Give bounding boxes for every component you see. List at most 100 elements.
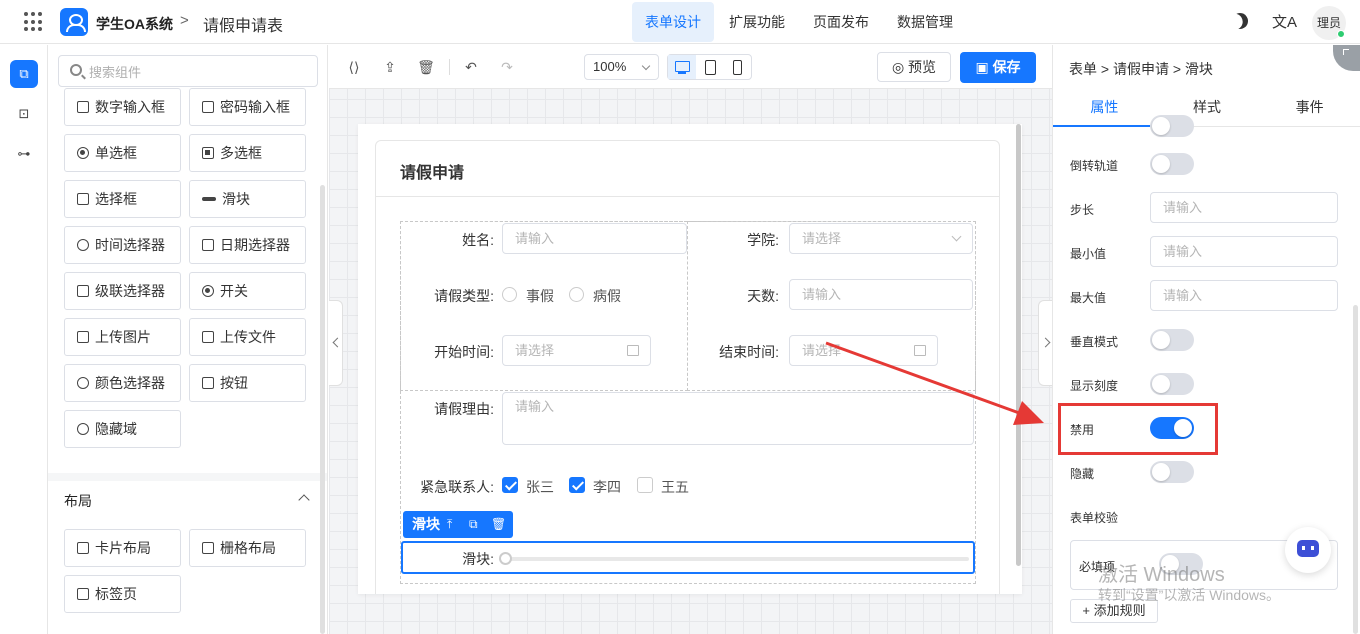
trash-icon[interactable]: 🗑 — [417, 58, 435, 76]
assistant-bot-icon[interactable] — [1285, 527, 1331, 573]
comp-label: 多选框 — [220, 145, 262, 161]
vertical-switch[interactable] — [1150, 329, 1194, 351]
preview-button[interactable]: ◎ 预览 — [877, 52, 951, 82]
contact-checkbox-wangwu[interactable] — [637, 477, 653, 493]
college-select[interactable]: 请选择 — [789, 223, 973, 254]
mobile-icon[interactable] — [723, 55, 751, 79]
partial-switch[interactable] — [1150, 115, 1194, 137]
slider-label: 滑块: — [462, 551, 494, 567]
comp-slider[interactable]: 滑块 — [189, 180, 306, 218]
comp-label: 单选框 — [95, 145, 137, 161]
comp-hidden-field[interactable]: 隐藏域 — [64, 410, 181, 448]
columns-icon — [202, 542, 214, 554]
form-card[interactable]: 请假申请 姓名: 请输入 学院: 请选择 请假类型: 事假 病假 天数: 请输入… — [375, 140, 1000, 594]
online-status-icon — [1337, 30, 1345, 38]
components-rail-icon[interactable]: ⧉ — [10, 60, 38, 88]
nav-form-design[interactable]: 表单设计 — [632, 2, 714, 42]
max-label: 最大值 — [1070, 291, 1107, 305]
contact-checkbox-lisi[interactable] — [569, 477, 585, 493]
collapse-left-button[interactable] — [329, 300, 343, 386]
min-input[interactable]: 请输入 — [1150, 236, 1338, 267]
reason-textarea[interactable]: 请输入 — [502, 392, 974, 445]
reverse-track-switch[interactable] — [1150, 153, 1194, 175]
delete-icon[interactable]: 🗑 — [491, 511, 506, 538]
comp-number-input[interactable]: 数字输入框 — [64, 88, 181, 126]
slider-track[interactable] — [503, 557, 969, 561]
comp-password-input[interactable]: 密码输入框 — [189, 88, 306, 126]
comp-upload-file[interactable]: 上传文件 — [189, 318, 306, 356]
tablet-icon[interactable] — [696, 55, 724, 79]
min-label: 最小值 — [1070, 247, 1107, 261]
expand-corner-icon[interactable] — [1333, 45, 1360, 71]
nav-data-management[interactable]: 数据管理 — [884, 2, 966, 42]
checkbox-label: 王五 — [661, 479, 689, 495]
comp-grid-layout[interactable]: 栅格布局 — [189, 529, 306, 567]
code-rail-icon[interactable]: ⊡ — [10, 100, 38, 128]
copy-icon[interactable]: ⧉ — [469, 511, 478, 538]
comp-checkbox[interactable]: 多选框 — [189, 134, 306, 172]
nav-extensions[interactable]: 扩展功能 — [716, 2, 798, 42]
clock-icon — [77, 239, 89, 251]
days-input[interactable]: 请输入 — [789, 279, 973, 310]
show-ticks-switch[interactable] — [1150, 373, 1194, 395]
import-icon[interactable]: ⇪ — [381, 58, 399, 76]
chevron-left-icon — [332, 337, 343, 348]
comp-date-picker[interactable]: 日期选择器 — [189, 226, 306, 264]
left-rail: ⧉ ⊡ ⊶ — [0, 45, 48, 634]
property-scrollbar[interactable] — [1353, 305, 1358, 634]
save-button[interactable]: ▣ 保存 — [960, 52, 1036, 83]
collapse-right-button[interactable] — [1038, 300, 1052, 386]
chevron-up-icon[interactable] — [298, 494, 310, 506]
max-input[interactable]: 请输入 — [1150, 280, 1338, 311]
app-grid-icon[interactable] — [24, 12, 44, 32]
avatar[interactable]: 理员 — [1312, 6, 1346, 40]
hidden-switch[interactable] — [1150, 461, 1194, 483]
form-scrollbar[interactable] — [1016, 124, 1021, 566]
component-search[interactable] — [58, 55, 318, 87]
comp-tabs[interactable]: 标签页 — [64, 575, 181, 613]
component-scrollbar[interactable] — [320, 185, 325, 634]
disabled-switch[interactable] — [1150, 417, 1194, 439]
slider-handle[interactable] — [499, 552, 512, 565]
radio-personal-leave[interactable] — [502, 287, 517, 302]
comp-radio[interactable]: 单选框 — [64, 134, 181, 172]
comp-label: 上传文件 — [220, 329, 276, 345]
contact-checkbox-zhangsan[interactable] — [502, 477, 518, 493]
undo-icon[interactable]: ↶ — [462, 58, 480, 76]
move-top-icon[interactable]: ⤒ — [447, 511, 452, 538]
radio-sick-leave[interactable] — [569, 287, 584, 302]
search-input[interactable] — [89, 62, 309, 82]
code-icon[interactable]: ⟨⟩ — [345, 58, 363, 76]
outline-rail-icon[interactable]: ⊶ — [10, 140, 38, 168]
comp-label: 按钮 — [220, 375, 248, 391]
comp-cascader[interactable]: 级联选择器 — [64, 272, 181, 310]
end-time-label: 结束时间: — [719, 344, 779, 360]
step-input[interactable]: 请输入 — [1150, 192, 1338, 223]
contact-label: 紧急联系人: — [420, 479, 494, 495]
card-icon — [77, 542, 89, 554]
slider-field[interactable]: 滑块: — [401, 541, 975, 574]
dark-mode-icon[interactable] — [1229, 10, 1251, 32]
translate-icon[interactable]: 文A — [1272, 11, 1297, 32]
app-logo-icon — [60, 8, 88, 36]
end-time-picker[interactable]: 请选择 — [789, 335, 938, 366]
zoom-select[interactable]: 100% — [584, 54, 659, 80]
redo-icon[interactable]: ↷ — [498, 58, 516, 76]
tab-events[interactable]: 事件 — [1258, 89, 1360, 126]
comp-select[interactable]: 选择框 — [64, 180, 181, 218]
selected-component-tag: 滑块 ⤒ ⧉ 🗑 — [403, 511, 513, 538]
comp-label: 级联选择器 — [95, 283, 165, 299]
start-time-picker[interactable]: 请选择 — [502, 335, 651, 366]
tab-attributes[interactable]: 属性 — [1053, 89, 1156, 127]
comp-card-layout[interactable]: 卡片布局 — [64, 529, 181, 567]
comp-switch[interactable]: 开关 — [189, 272, 306, 310]
nav-publish[interactable]: 页面发布 — [800, 2, 882, 42]
comp-button[interactable]: 按钮 — [189, 364, 306, 402]
desktop-icon[interactable] — [668, 55, 696, 79]
comp-upload-image[interactable]: 上传图片 — [64, 318, 181, 356]
hidden-label: 隐藏 — [1070, 467, 1095, 481]
comp-label: 隐藏域 — [95, 421, 137, 437]
name-input[interactable]: 请输入 — [502, 223, 687, 254]
comp-time-picker[interactable]: 时间选择器 — [64, 226, 181, 264]
comp-color-picker[interactable]: 颜色选择器 — [64, 364, 181, 402]
